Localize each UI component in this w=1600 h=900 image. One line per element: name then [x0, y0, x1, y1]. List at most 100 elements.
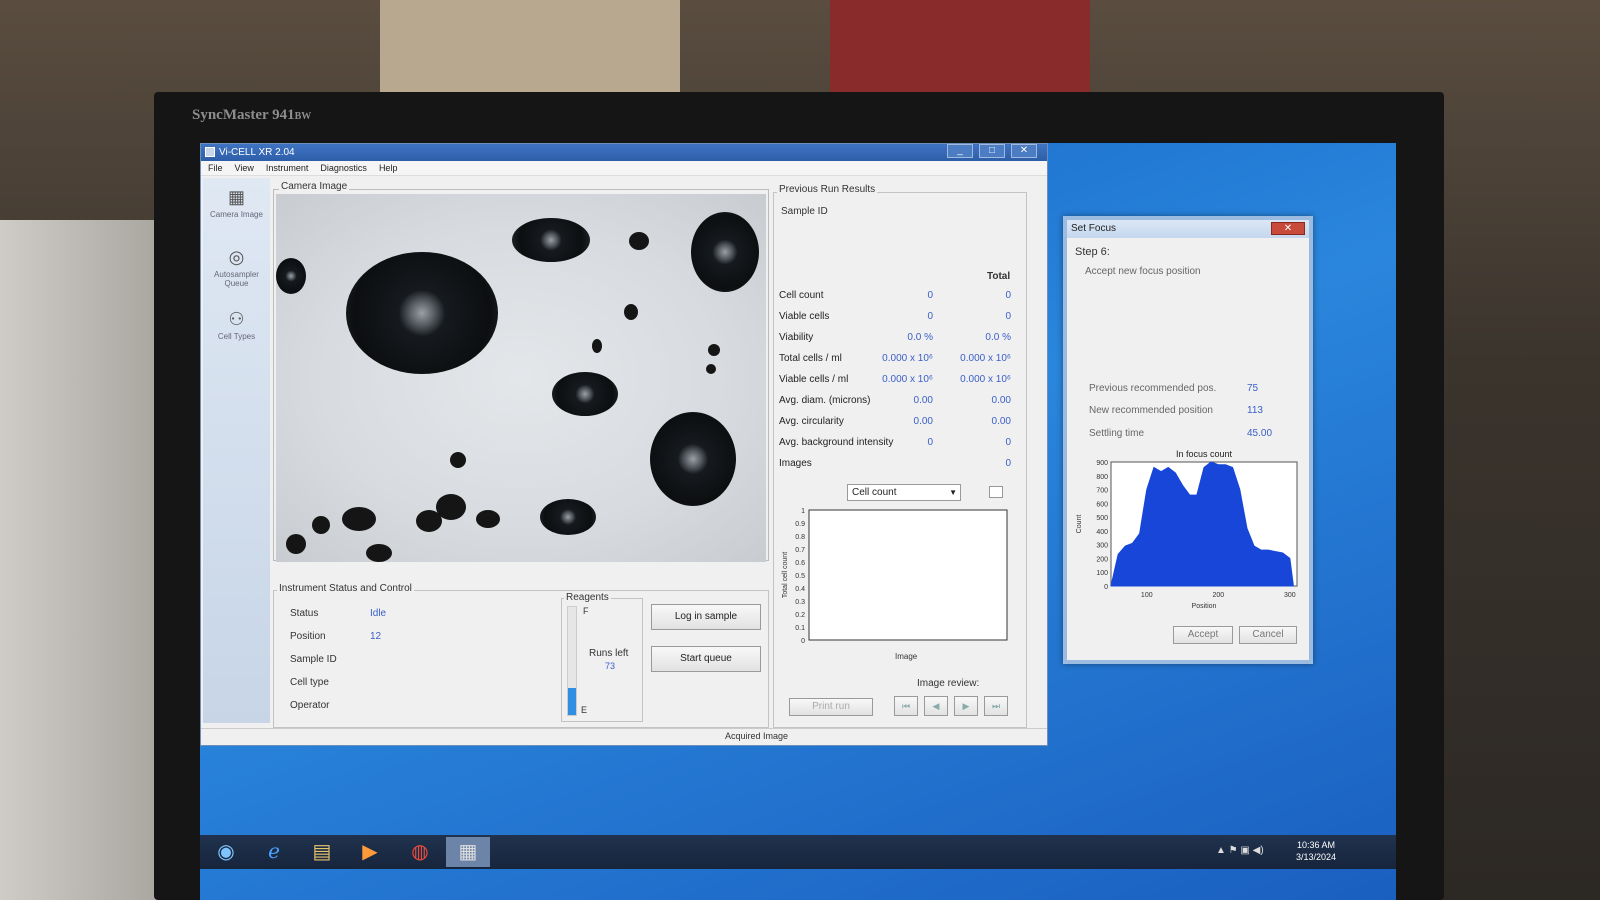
- status-label: Status: [290, 608, 319, 619]
- sidebar-item-cell-types[interactable]: ⚇ Cell Types: [203, 308, 270, 341]
- carousel-icon: ◎: [228, 247, 245, 267]
- run-chart-ytick: 0.7: [795, 547, 805, 554]
- result-label: Total cells / ml: [779, 353, 842, 364]
- result-total: 0.00: [991, 416, 1011, 427]
- previous-image-button[interactable]: ◀: [924, 696, 948, 716]
- step-instruction: Accept new focus position: [1085, 266, 1201, 277]
- focus-xlabel: Position: [1192, 603, 1217, 610]
- result-total: 0: [1005, 290, 1011, 301]
- result-total: 0.000 x 10⁶: [960, 353, 1011, 364]
- first-image-button[interactable]: ⏮: [894, 696, 918, 716]
- result-row: Total cells / ml 0.000 x 10⁶ 0.000 x 10⁶: [779, 353, 1019, 373]
- result-value: 0.000 x 10⁶: [882, 374, 933, 385]
- new-recommended-label: New recommended position: [1089, 405, 1213, 416]
- set-focus-titlebar[interactable]: Set Focus ✕: [1067, 220, 1309, 238]
- media-player-icon[interactable]: ▶: [348, 837, 392, 867]
- menu-view[interactable]: View: [235, 161, 254, 175]
- result-row: Avg. diam. (microns) 0.00 0.00: [779, 395, 1019, 415]
- reagents-title: Reagents: [564, 592, 611, 603]
- reagent-level-track: [567, 606, 577, 716]
- acquired-image-label: Acquired Image: [725, 731, 789, 741]
- file-explorer-icon[interactable]: ▤: [300, 837, 344, 867]
- monitor-brand: SyncMaster 941BW: [192, 107, 312, 123]
- print-run-button[interactable]: Print run: [789, 698, 873, 716]
- focus-xtick: 100: [1141, 592, 1153, 599]
- previous-run-title: Previous Run Results: [777, 184, 878, 195]
- sidebar-item-camera-image[interactable]: ▦ Camera Image: [203, 186, 270, 219]
- focus-ytick: 200: [1096, 556, 1108, 563]
- close-button[interactable]: ✕: [1011, 144, 1037, 158]
- run-chart-xlabel: Image: [895, 652, 918, 661]
- result-row: Cell count 0 0: [779, 290, 1019, 310]
- chart-metric-dropdown[interactable]: Cell count ▼: [847, 484, 961, 501]
- position-label: Position: [290, 631, 326, 642]
- focus-ytick: 800: [1096, 474, 1108, 481]
- last-image-button[interactable]: ⏭: [984, 696, 1008, 716]
- total-column-header: Total: [987, 271, 1011, 282]
- runs-left-value: 73: [605, 661, 616, 671]
- menu-diagnostics[interactable]: Diagnostics: [320, 161, 367, 175]
- set-focus-dialog: Set Focus ✕ Step 6: Accept new focus pos…: [1063, 216, 1313, 664]
- new-recommended-value: 113: [1247, 405, 1263, 416]
- result-label: Viable cells / ml: [779, 374, 849, 385]
- result-row: Avg. background intensity 0 0: [779, 437, 1019, 457]
- desktop-screen: Vi-CELL XR 2.04 _ □ ✕ File View Instrume…: [200, 143, 1396, 900]
- cancel-button[interactable]: Cancel: [1239, 626, 1297, 644]
- result-value: 0.000 x 10⁶: [882, 353, 933, 364]
- focus-ytick: 700: [1096, 488, 1108, 495]
- status-bar: Acquired Image: [201, 728, 1047, 745]
- instrument-status-title: Instrument Status and Control: [277, 583, 414, 594]
- result-row: Avg. circularity 0.00 0.00: [779, 416, 1019, 436]
- accept-button[interactable]: Accept: [1173, 626, 1233, 644]
- cells-icon: ⚇: [228, 309, 245, 329]
- run-chart-ytick: 0.6: [795, 560, 805, 567]
- play-back-icon: ◀: [932, 701, 940, 711]
- result-total: 0: [1005, 311, 1011, 322]
- run-chart-ytick: 0.5: [795, 573, 805, 580]
- set-focus-close-button[interactable]: ✕: [1271, 222, 1305, 235]
- skip-forward-icon: ⏭: [991, 701, 1001, 711]
- tray-icons[interactable]: ▲ ⚑ ▣ ◀): [1216, 845, 1264, 856]
- result-total: 0.000 x 10⁶: [960, 374, 1011, 385]
- result-label: Viable cells: [779, 311, 830, 322]
- start-queue-button[interactable]: Start queue: [651, 646, 761, 672]
- focus-chart-svg: In focus count 0 100 200 300 400 500 600 700 800 9…: [1076, 449, 1298, 610]
- run-chart-plot-area: [808, 509, 1008, 641]
- previous-recommended-value: 75: [1247, 383, 1259, 394]
- result-value: 0: [927, 290, 933, 301]
- sidebar-item-autosampler-queue[interactable]: ◎ Autosampler Queue: [203, 246, 270, 288]
- cell-type-label: Cell type: [290, 677, 329, 688]
- run-chart-ytick: 0.8: [795, 534, 805, 541]
- vicell-window: Vi-CELL XR 2.04 _ □ ✕ File View Instrume…: [200, 143, 1048, 746]
- window-titlebar[interactable]: Vi-CELL XR 2.04 _ □ ✕: [201, 144, 1047, 161]
- result-label: Avg. diam. (microns): [779, 395, 871, 406]
- window-title: Vi-CELL XR 2.04: [219, 147, 295, 158]
- chrome-icon[interactable]: ◍: [398, 837, 442, 867]
- run-chart-svg: 0 0.1 0.2 0.3 0.4 0.5 0.6 0.7 0.8 0.9 1 Total cell …: [782, 508, 1008, 645]
- settling-time-label: Settling time: [1089, 428, 1145, 439]
- vicell-app-icon[interactable]: ▦: [446, 837, 490, 867]
- log-in-sample-button[interactable]: Log in sample: [651, 604, 761, 630]
- minimize-button[interactable]: _: [947, 144, 973, 158]
- status-value: Idle: [370, 608, 387, 619]
- result-label: Avg. circularity: [779, 416, 844, 427]
- chart-option-checkbox[interactable]: [989, 486, 1003, 498]
- result-total: 0: [1005, 437, 1011, 448]
- reagent-full-label: F: [583, 606, 589, 616]
- menu-instrument[interactable]: Instrument: [266, 161, 309, 175]
- step-label: Step 6:: [1075, 246, 1110, 258]
- focus-chart-title: In focus count: [1176, 449, 1233, 459]
- focus-ytick: 500: [1096, 515, 1108, 522]
- internet-explorer-icon[interactable]: ℯ: [252, 837, 296, 867]
- menu-help[interactable]: Help: [379, 161, 398, 175]
- clock-date: 3/13/2024: [1296, 852, 1337, 862]
- clock[interactable]: 10:36 AM 3/13/2024: [1296, 839, 1336, 863]
- reagent-empty-label: E: [581, 705, 588, 715]
- maximize-button[interactable]: □: [979, 144, 1005, 158]
- menu-file[interactable]: File: [208, 161, 223, 175]
- start-orb-icon[interactable]: ◉: [204, 837, 248, 867]
- focus-ytick: 300: [1096, 543, 1108, 550]
- reagent-level-fill: [568, 688, 576, 715]
- result-total: 0.0 %: [985, 332, 1011, 343]
- next-image-button[interactable]: ▶: [954, 696, 978, 716]
